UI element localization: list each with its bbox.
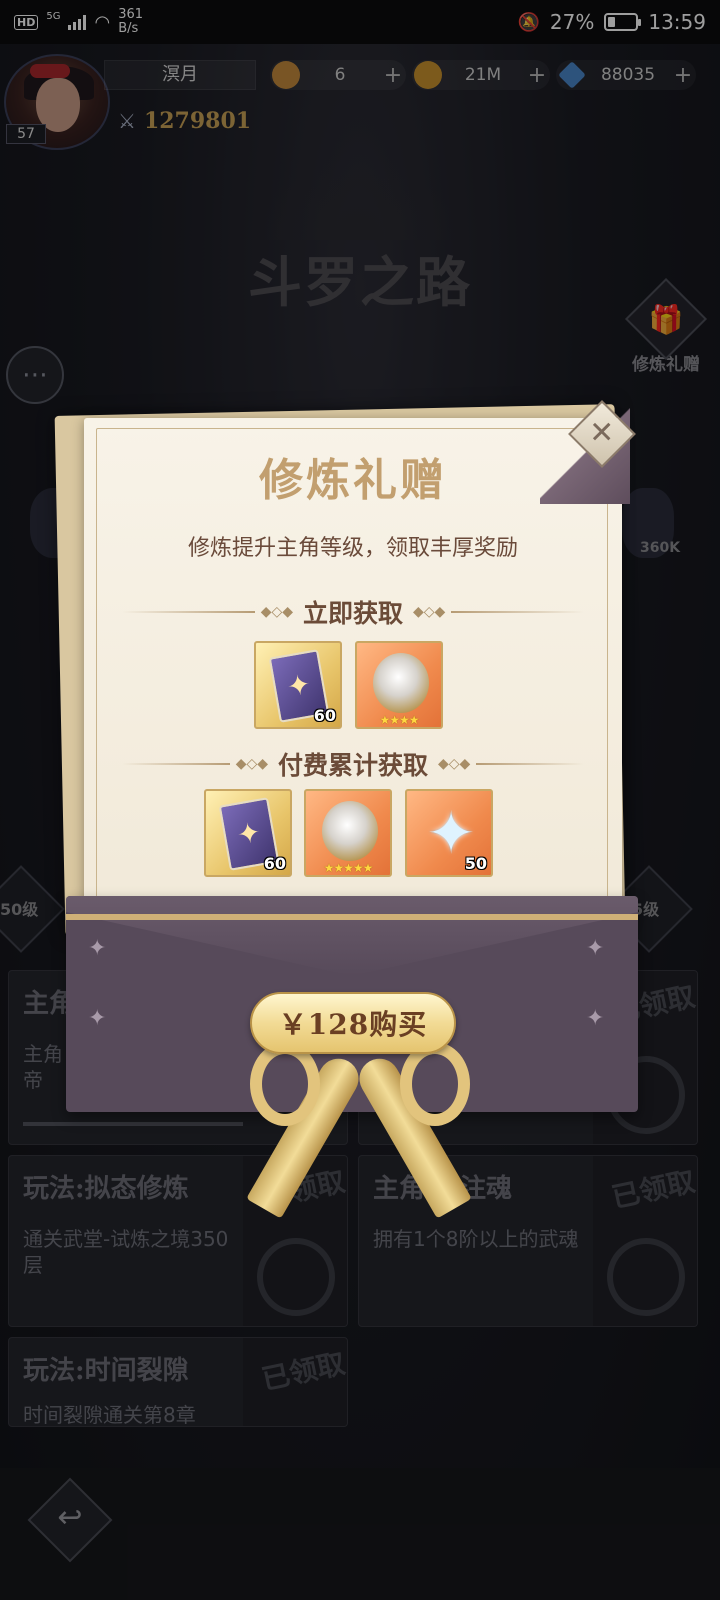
ornament-icon: ◆◇◆ bbox=[438, 756, 471, 772]
section-paid-header: ◆◇◆ 付费累计获取 ◆◇◆ bbox=[122, 749, 585, 780]
sparkle-icon: ✦ bbox=[88, 1006, 107, 1031]
sparkle-icon: ✦ bbox=[586, 936, 605, 961]
section-instant-title: 立即获取 bbox=[303, 599, 404, 628]
item-count: 60 bbox=[263, 854, 286, 873]
divider bbox=[476, 763, 585, 765]
divider bbox=[451, 611, 585, 613]
item-count: 50 bbox=[464, 854, 487, 873]
modal-title: 修炼礼赠 bbox=[259, 455, 447, 506]
divider bbox=[122, 611, 255, 613]
sparkle-icon: ✦ bbox=[586, 1006, 605, 1031]
item-count: 60 bbox=[313, 706, 336, 725]
reward-item-card[interactable]: 60 bbox=[204, 789, 292, 877]
section-instant-header: ◆◇◆ 立即获取 ◆◇◆ bbox=[122, 597, 585, 628]
section-paid-title: 付费累计获取 bbox=[278, 751, 429, 780]
buy-button-label: ￥128购买 bbox=[278, 1008, 428, 1041]
ribbon-loop bbox=[250, 1042, 320, 1126]
orb-icon bbox=[322, 801, 378, 861]
item-stars: ★★★★★ bbox=[323, 861, 374, 875]
reward-item-crystal[interactable]: ✦ 50 bbox=[405, 789, 493, 877]
ribbon-loop bbox=[400, 1042, 470, 1126]
reward-item-card[interactable]: 60 bbox=[254, 641, 342, 729]
item-stars: ★★★★ bbox=[379, 713, 419, 727]
orb-icon bbox=[373, 653, 429, 713]
reward-item-orb[interactable]: ★★★★★ bbox=[304, 789, 392, 877]
buy-button[interactable]: ￥128购买 bbox=[250, 992, 456, 1054]
ornament-icon: ◆◇◆ bbox=[413, 604, 446, 620]
envelope-stripe bbox=[66, 914, 638, 920]
envelope-flap bbox=[66, 896, 638, 976]
divider bbox=[122, 763, 230, 765]
reward-item-orb[interactable]: ★★★★ bbox=[355, 641, 443, 729]
sparkle-icon: ✦ bbox=[88, 936, 107, 961]
ornament-icon: ◆◇◆ bbox=[235, 756, 268, 772]
ornament-icon: ◆◇◆ bbox=[260, 604, 293, 620]
modal-subtitle: 修炼提升主角等级，领取丰厚奖励 bbox=[187, 536, 518, 561]
